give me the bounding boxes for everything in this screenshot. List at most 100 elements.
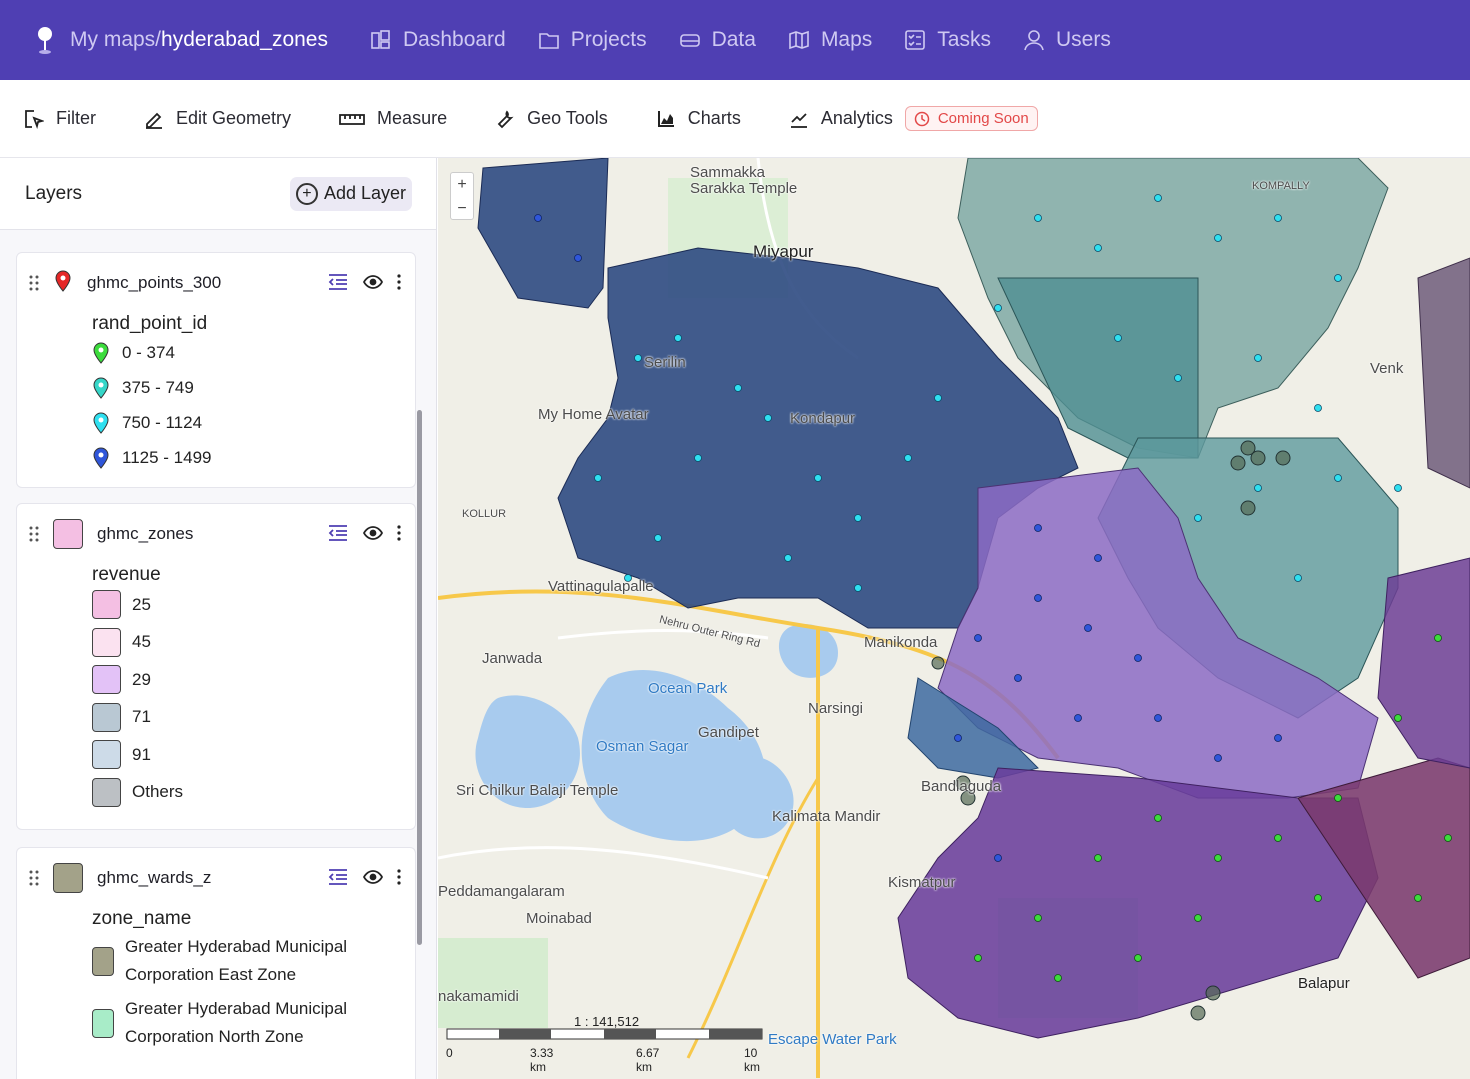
pencil-icon [146, 112, 162, 129]
nav-dashboard[interactable]: Dashboard [370, 28, 506, 52]
cyan-marker-icon [93, 411, 109, 434]
scale-tick: 3.33 km [530, 1046, 554, 1074]
map-canvas[interactable]: + − Sammakka Sarakka Temple Miyapur Seri… [438, 158, 1470, 1079]
nav-tasks[interactable]: Tasks [904, 28, 991, 52]
legend-item: 91 [92, 736, 415, 774]
breadcrumb-root[interactable]: My maps/ [70, 28, 161, 52]
legend-item-label: 375 - 749 [122, 377, 194, 397]
nav-users[interactable]: Users [1023, 28, 1111, 52]
layer-name: ghmc_zones [97, 524, 194, 543]
map-label: Osman Sagar [596, 738, 689, 755]
map-label: Bandlaguda [921, 778, 1002, 795]
breadcrumb-current: hyderabad_zones [161, 28, 328, 51]
legend-title: revenue [92, 564, 161, 585]
clock-icon [914, 111, 930, 126]
more-options-icon[interactable] [397, 274, 401, 290]
green-marker-icon [93, 341, 109, 364]
legend-item-label: Greater Hyderabad Municipal [125, 999, 348, 1018]
geo-tools-button[interactable]: Geo Tools [495, 108, 608, 129]
visibility-eye-icon[interactable] [363, 526, 383, 540]
analytics-label: Analytics [820, 108, 893, 128]
legend-swatch [92, 946, 114, 976]
zoom-in-button[interactable]: + [451, 173, 473, 197]
map-label: Vattinagulapalle [548, 578, 654, 595]
line-chart-icon [790, 112, 807, 128]
map-label: Manikonda [864, 634, 938, 651]
ruler-icon [339, 113, 365, 125]
map-label: Kismatpur [888, 874, 956, 891]
map-label: Kondapur [790, 410, 856, 427]
more-options-icon[interactable] [397, 869, 401, 885]
more-options-icon[interactable] [397, 525, 401, 541]
legend-item: Others [92, 774, 415, 812]
map-label: KOLLUR [462, 508, 507, 520]
coming-soon-label: Coming Soon [937, 110, 1029, 127]
folder-icon [538, 33, 559, 49]
layer-name: ghmc_wards_z [97, 868, 212, 887]
map-markers [534, 194, 1452, 1021]
nav-dashboard-label: Dashboard [402, 28, 506, 51]
legend-swatch [92, 777, 121, 807]
add-layer-button[interactable]: + Add Layer [289, 176, 412, 211]
legend-item: Greater Hyderabad Municipal Corporation … [92, 930, 415, 992]
dashboard-icon [371, 30, 390, 49]
legend-item: 29 [92, 661, 415, 699]
charts-button[interactable]: Charts [656, 108, 741, 129]
map-label: Ocean Park [648, 680, 728, 697]
map-label: Kalimata Mandir [772, 808, 881, 825]
measure-label: Measure [377, 108, 448, 128]
legend-item-label: 29 [132, 669, 151, 689]
toolbar: Filter Edit Geometry Measure Geo Tools C… [0, 80, 1470, 158]
filter-button[interactable]: Filter [24, 108, 96, 129]
nav-users-label: Users [1055, 28, 1111, 51]
nav-projects[interactable]: Projects [538, 28, 647, 52]
legend-swatch [92, 590, 121, 620]
tasks-icon [905, 30, 926, 50]
visibility-eye-icon[interactable] [363, 870, 383, 884]
map-label: Moinabad [526, 910, 592, 927]
map-label: My Home Avatar [538, 406, 649, 423]
legend-toggle-icon[interactable] [327, 524, 349, 542]
nav-projects-label: Projects [570, 28, 647, 51]
top-nav: My maps/ hyderabad_zones Dashboard Proje… [0, 0, 1470, 80]
legend-item: 750 - 1124 [92, 405, 415, 440]
legend-item: 375 - 749 [92, 370, 415, 405]
map-label: Sammakka [690, 164, 766, 181]
layers-title: Layers [25, 182, 83, 204]
nav-maps-label: Maps [820, 28, 873, 51]
analytics-button[interactable]: Analytics [789, 108, 893, 129]
map-icon [789, 30, 809, 50]
edit-geometry-button[interactable]: Edit Geometry [144, 108, 291, 129]
zoom-control: + − [450, 172, 474, 220]
nav-data[interactable]: Data [679, 28, 756, 52]
blue-marker-icon [93, 446, 109, 469]
legend-item: 25 [92, 586, 415, 624]
map-label: Narsingi [808, 700, 864, 717]
nav-tasks-label: Tasks [937, 28, 991, 51]
legend-item-label: 25 [132, 594, 151, 614]
legend-toggle-icon[interactable] [327, 273, 349, 291]
drag-handle-icon[interactable] [29, 526, 39, 542]
legend-item-label: Corporation East Zone [125, 965, 297, 984]
breadcrumb: My maps/ hyderabad_zones [33, 25, 328, 55]
legend-item: 71 [92, 699, 415, 737]
visibility-eye-icon[interactable] [363, 275, 383, 289]
layer-swatch [53, 863, 83, 893]
drag-handle-icon[interactable] [29, 275, 39, 291]
legend-item-label: Greater Hyderabad Municipal [125, 937, 348, 956]
red-marker-icon [55, 270, 71, 292]
legend-item-label: 750 - 1124 [122, 412, 203, 432]
legend-toggle-icon[interactable] [327, 868, 349, 886]
zoom-out-button[interactable]: − [451, 197, 473, 221]
measure-button[interactable]: Measure [339, 108, 447, 129]
nav-maps[interactable]: Maps [788, 28, 872, 52]
legend-item-label: Others [132, 782, 184, 802]
sidebar-scrollbar[interactable] [417, 410, 422, 945]
wrench-icon [497, 109, 514, 128]
scale-tick: 0 [446, 1046, 453, 1060]
drag-handle-icon[interactable] [29, 870, 39, 886]
legend-item-label: 71 [132, 707, 151, 727]
layer-card-points: ghmc_points_300 rand_point_id 0 - 374 37… [16, 252, 416, 488]
layers-panel: Layers + Add Layer ghmc_points_300 rand_… [0, 158, 437, 1079]
user-icon [1024, 30, 1044, 51]
